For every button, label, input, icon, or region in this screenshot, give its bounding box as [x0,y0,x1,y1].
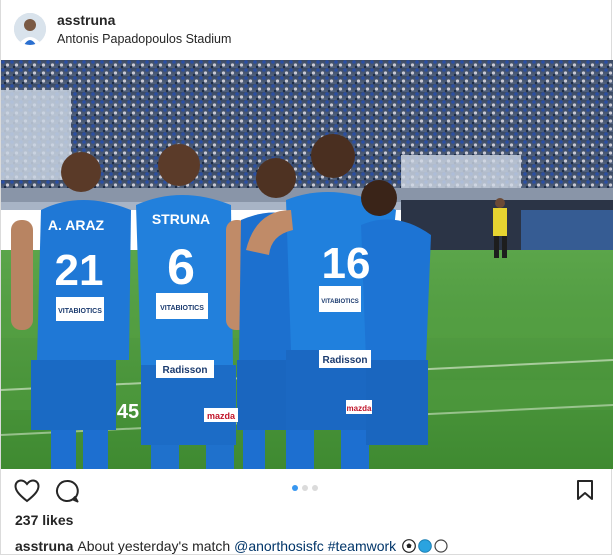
blue-circle-emoji [418,539,432,553]
white-circle-emoji [434,539,448,553]
location-link[interactable]: Antonis Papadopoulos Stadium [57,32,231,46]
sponsor-patch-2: VITABIOTICS [160,305,204,312]
sponsor-shorts-1: Radisson [162,365,207,376]
caption-hashtag[interactable]: #teamwork [328,538,396,554]
carousel-dot[interactable] [312,485,318,491]
sponsor-patch-3: VITABIOTICS [321,299,359,305]
caption: asstruna About yesterday's match @anortho… [15,538,448,554]
carousel-indicator [292,485,318,491]
jersey-number-1: 21 [55,246,104,295]
instagram-post: asstruna Antonis Papadopoulos Stadium A.… [0,0,613,555]
like-heart-icon[interactable] [14,479,40,503]
jersey-name-2: STRUNA [152,211,210,227]
caption-mention[interactable]: @anorthosisfc [234,538,324,554]
soccer-ball-emoji [402,539,416,553]
bookmark-icon[interactable] [576,479,594,501]
carousel-dot[interactable] [302,485,308,491]
jersey-number-2: 6 [167,239,195,295]
sponsor-patch-1: VITABIOTICS [58,308,102,315]
carousel-dot-active[interactable] [292,485,298,491]
jersey-number-3: 16 [322,239,371,288]
post-header: asstruna Antonis Papadopoulos Stadium [1,0,611,60]
sponsor-shorts-4: mazda [347,404,372,413]
jersey-name-1: A. ARAZ [48,217,105,233]
avatar[interactable] [14,13,46,45]
post-photo[interactable]: A. ARAZ 21 STRUNA 6 16 45 VITABIOTICS VI… [1,60,613,469]
caption-username[interactable]: asstruna [15,538,73,554]
comment-bubble-icon[interactable] [55,479,79,503]
username[interactable]: asstruna [57,12,115,28]
sponsor-shorts-2: Radisson [322,355,367,366]
likes-count[interactable]: 237 likes [15,512,73,528]
caption-text: About yesterday's match [77,538,235,554]
sponsor-shorts-3: mazda [207,411,236,421]
jersey-number-4: 45 [117,401,139,423]
